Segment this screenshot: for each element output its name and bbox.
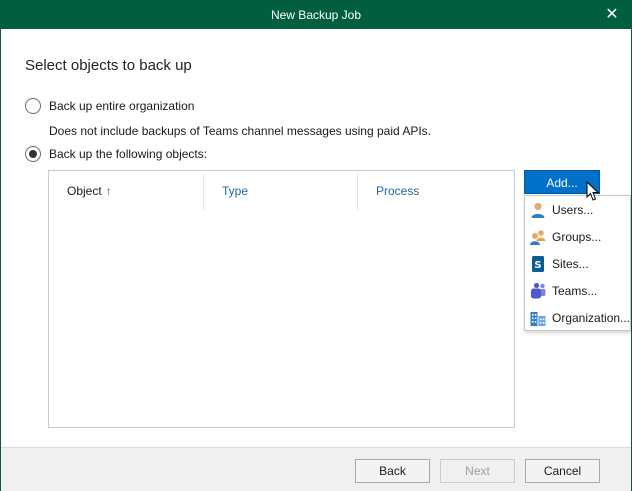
radio-following-objects[interactable]: Back up the following objects: xyxy=(25,145,207,163)
page-heading: Select objects to back up xyxy=(25,57,192,74)
menu-item-label: Organization... xyxy=(552,311,631,325)
teams-icon xyxy=(531,282,546,299)
column-divider[interactable] xyxy=(357,174,358,210)
menu-item-users[interactable]: Users... xyxy=(525,197,630,223)
cancel-button[interactable]: Cancel xyxy=(525,459,600,483)
menu-item-organization[interactable]: Organization... xyxy=(525,305,630,331)
menu-item-groups[interactable]: Groups... xyxy=(525,224,630,250)
back-button[interactable]: Back xyxy=(355,459,430,483)
menu-item-teams[interactable]: Teams... xyxy=(525,278,630,304)
dialog-footer: Back Next Cancel xyxy=(1,447,631,491)
menu-item-label: Sites... xyxy=(552,257,589,271)
window-title: New Backup Job xyxy=(270,8,362,22)
organization-icon xyxy=(530,312,546,326)
entire-organization-note: Does not include backups of Teams channe… xyxy=(49,124,432,138)
title-bar: New Backup Job ✕ xyxy=(1,1,631,29)
svg-text:S: S xyxy=(534,260,541,271)
column-header-label: Object xyxy=(67,184,102,198)
menu-item-sites[interactable]: S Sites... xyxy=(525,251,630,277)
column-divider[interactable] xyxy=(203,174,204,210)
mouse-pointer-icon xyxy=(586,181,600,201)
column-header-type[interactable]: Type xyxy=(222,171,248,211)
new-backup-job-dialog: New Backup Job ✕ Select objects to back … xyxy=(0,0,632,491)
menu-item-label: Teams... xyxy=(552,284,598,298)
objects-table[interactable]: Object ↑ Type Process xyxy=(48,170,515,428)
sort-ascending-icon: ↑ xyxy=(105,184,112,198)
column-header-object[interactable]: Object ↑ xyxy=(67,171,112,211)
radio-entire-organization[interactable]: Back up entire organization xyxy=(25,97,194,115)
user-icon xyxy=(531,202,545,218)
radio-button-unchecked[interactable] xyxy=(25,98,41,114)
next-button[interactable]: Next xyxy=(440,459,515,483)
menu-item-label: Groups... xyxy=(552,230,602,244)
add-dropdown-menu: Users... Groups... S Sites... Teams... O… xyxy=(524,195,631,331)
radio-label: Back up entire organization xyxy=(49,99,195,113)
column-header-process[interactable]: Process xyxy=(376,171,419,211)
sharepoint-site-icon: S xyxy=(532,256,544,272)
menu-item-label: Users... xyxy=(552,203,594,217)
close-icon[interactable]: ✕ xyxy=(601,4,623,26)
radio-label: Back up the following objects: xyxy=(49,147,208,161)
group-icon xyxy=(530,230,546,245)
radio-button-checked[interactable] xyxy=(25,146,41,162)
